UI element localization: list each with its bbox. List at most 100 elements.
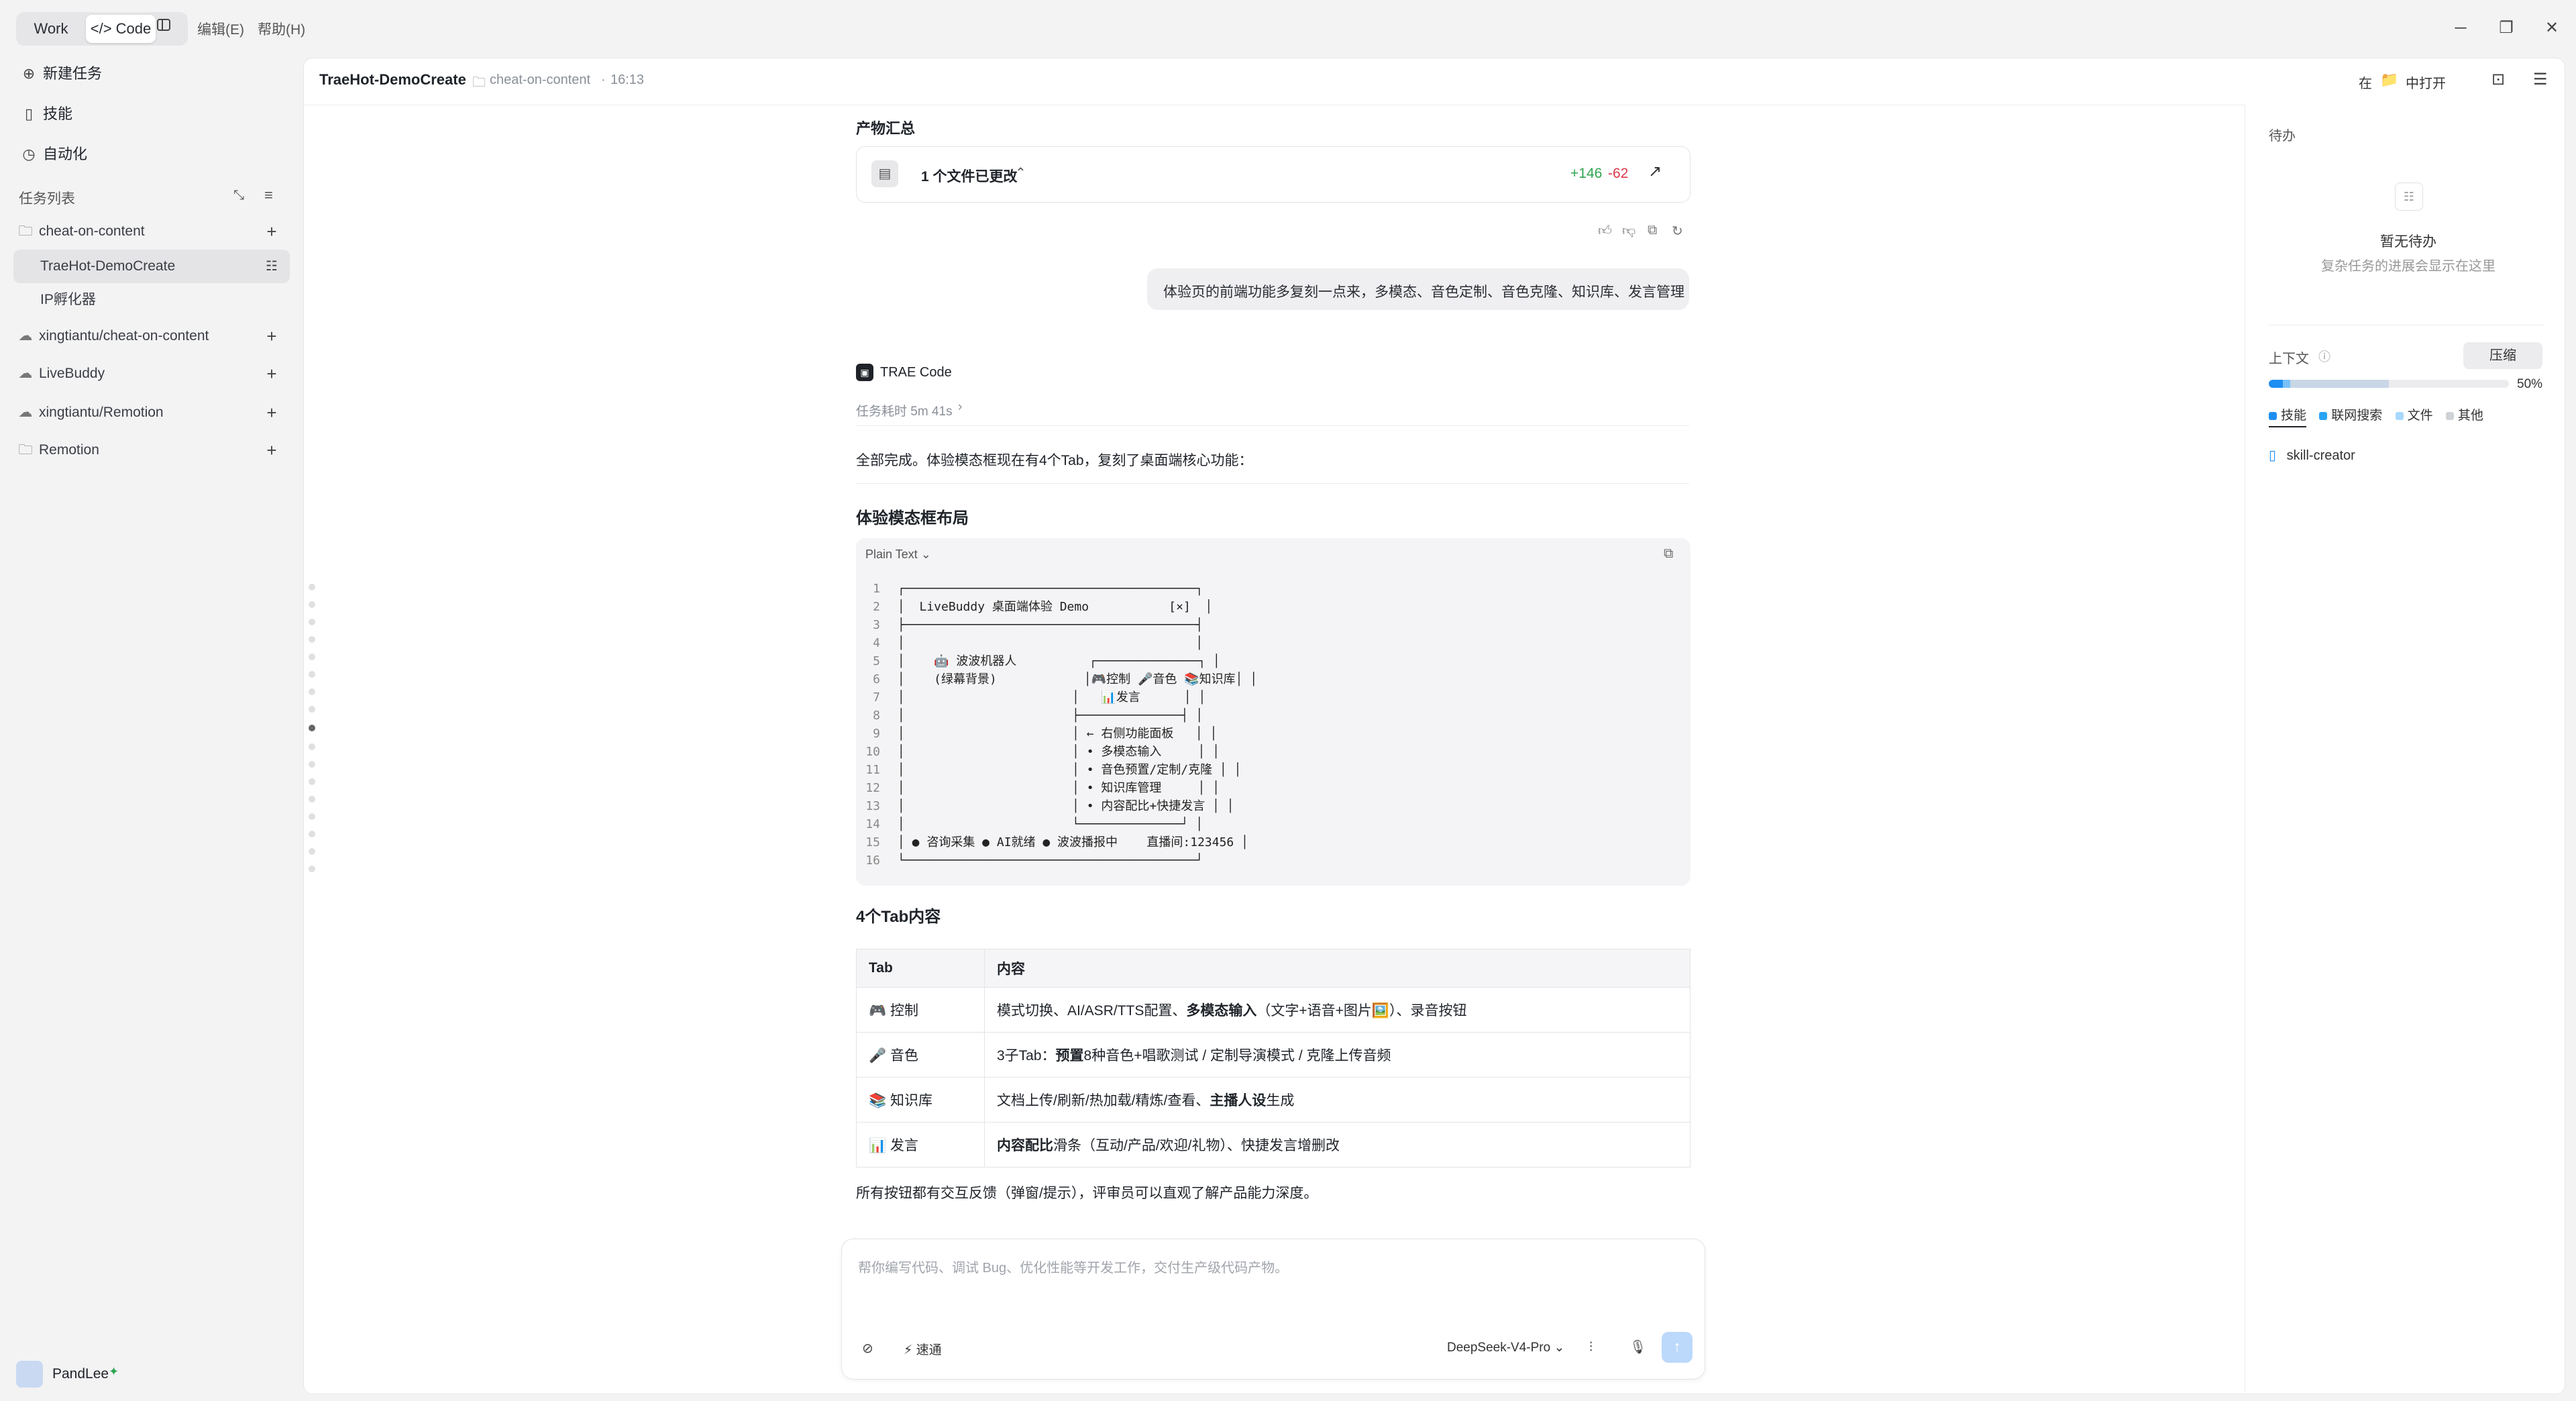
scroll-nav-dot[interactable] [309, 743, 315, 750]
task-list-icon[interactable]: ☷ [263, 258, 280, 275]
context-legend: 技能 联网搜索 文件 其他 [2269, 405, 2483, 427]
attach-icon[interactable]: ⊘ [862, 1340, 873, 1357]
add-task-icon[interactable]: + [263, 327, 280, 345]
panel-toggle-icon[interactable]: ☰ [2533, 70, 2548, 89]
folder-icon[interactable]: 📁 [2380, 71, 2398, 89]
skill-item[interactable]: ▯ skill-creator [2269, 447, 2355, 464]
scroll-nav-dot[interactable] [309, 671, 315, 678]
context-progress-fill [2269, 380, 2389, 388]
table-row: 🎤 音色 3子Tab：预置8种音色+唱歌测试 / 定制导演模式 / 克隆上传音频 [856, 1032, 1690, 1078]
pro-badge-icon: ✦ [109, 1365, 119, 1378]
mode-code-button[interactable]: </> Code [86, 15, 156, 43]
todo-hint: 复杂任务的进展会显示在这里 [2321, 259, 2496, 274]
automation-button[interactable]: ◷ 自动化 [16, 137, 290, 172]
legend-files[interactable]: 文件 [2395, 409, 2433, 423]
restore-icon[interactable]: ❐ [2493, 15, 2520, 42]
skills-button[interactable]: ▯ 技能 [16, 97, 290, 132]
code-lang-select[interactable]: Plain Text ⌄ [865, 548, 931, 562]
table-cell-content: 文档上传/刷新/热加载/精炼/查看、主播人设生成 [984, 1077, 1690, 1123]
open-in-button[interactable]: 中打开 [2406, 72, 2446, 92]
scroll-nav-dot[interactable] [309, 706, 315, 713]
sidebar-toggle-icon[interactable] [150, 15, 177, 42]
gamepad-icon: 🎮 [869, 1003, 887, 1019]
microphone-icon[interactable]: 🎙︎ [1629, 1339, 1646, 1355]
user-message-text: 体验页的前端功能多复刻一点来，多模态、音色定制、音色克隆、知识库、发言管理 [1163, 284, 1684, 300]
scroll-nav-dot[interactable] [309, 831, 315, 837]
mode-button[interactable]: ⚡︎ 速通 [904, 1340, 942, 1358]
scroll-nav-dot[interactable] [309, 866, 315, 872]
legend-web-search[interactable]: 联网搜索 [2319, 409, 2382, 423]
task-item-selected[interactable]: TraeHot-DemoCreate ☷ [13, 250, 290, 283]
scroll-nav-dot[interactable] [309, 654, 315, 660]
todo-empty: 暂无待办 [2380, 234, 2436, 250]
task-item[interactable]: 🗀 cheat-on-content + [13, 215, 290, 248]
collapse-icon[interactable]: ⤡ [233, 188, 244, 203]
compress-button[interactable]: 压缩 [2463, 342, 2542, 369]
add-task-icon[interactable]: + [263, 223, 280, 240]
tabs-table: Tab 内容 🎮 控制 模式切换、AI/ASR/TTS配置、多模态输入（文字+语… [856, 949, 1690, 1168]
minimize-icon[interactable]: ─ [2447, 15, 2474, 42]
legend-skills[interactable]: 技能 [2269, 405, 2307, 427]
scroll-nav-dot[interactable] [309, 636, 315, 643]
header-time: 16:13 [610, 72, 645, 87]
task-item[interactable]: ☁ xingtiantu/Remotion + [13, 396, 290, 429]
skills-label: 技能 [43, 105, 73, 122]
legend-other[interactable]: 其他 [2445, 409, 2483, 423]
cloud-icon: ☁ [18, 328, 33, 344]
table-cell-tab: 🎮 控制 [856, 987, 985, 1033]
scroll-nav-dot[interactable] [309, 848, 315, 855]
expand-icon[interactable]: ⌃ [1015, 164, 1026, 181]
open-in-prefix: 在 [2359, 76, 2372, 91]
task-item[interactable]: ☁ xingtiantu/cheat-on-content + [13, 319, 290, 353]
task-item[interactable]: ☁ LiveBuddy + [13, 357, 290, 391]
new-task-button[interactable]: ⊕ 新建任务 [16, 56, 290, 91]
avatar[interactable] [16, 1361, 43, 1388]
table-cell-content: 内容配比滑条（互动/产品/欢迎/礼物）、快捷发言增删改 [984, 1122, 1690, 1168]
thumbs-up-icon[interactable]: 👍︎ [1598, 223, 1612, 239]
scroll-nav-dot[interactable] [309, 619, 315, 625]
tab-name: 音色 [890, 1048, 918, 1063]
table-row: 🎮 控制 模式切换、AI/ASR/TTS配置、多模态输入（文字+语音+图片🖼️）… [856, 987, 1690, 1033]
message-input[interactable]: 帮你编写代码、调试 Bug、优化性能等开发工作，交付生产级代码产物。 [858, 1257, 1663, 1276]
scroll-nav-dot[interactable] [309, 778, 315, 785]
add-task-icon[interactable]: + [263, 442, 280, 459]
scroll-nav-dot-active[interactable] [309, 725, 315, 731]
scroll-nav-dot[interactable] [309, 761, 315, 768]
header-separator: · [601, 72, 606, 87]
add-task-icon[interactable]: + [263, 404, 280, 421]
send-button[interactable]: ↑ [1662, 1332, 1693, 1363]
table-header: 内容 [984, 949, 1690, 988]
divider [856, 483, 1689, 484]
files-changed-card[interactable]: ▤ 1 个文件已更改 ⌃ +146 -62 ↗ [856, 146, 1690, 203]
scroll-nav-dot[interactable] [309, 796, 315, 802]
task-label: xingtiantu/cheat-on-content [39, 328, 209, 344]
copy-code-icon[interactable]: ⧉ [1664, 546, 1673, 562]
mode-work-button[interactable]: Work [19, 15, 83, 43]
thumbs-down-icon[interactable]: 👎︎ [1622, 223, 1635, 239]
menu-edit[interactable]: 编辑(E) [197, 19, 244, 39]
filter-icon[interactable]: ≡ [264, 187, 273, 204]
code-content: ┌───────────────────────────────────────… [898, 582, 1258, 868]
cloud-icon: ☁ [18, 366, 33, 381]
close-icon[interactable]: ✕ [2538, 15, 2565, 42]
composer: 帮你编写代码、调试 Bug、优化性能等开发工作，交付生产级代码产物。 ⊘ ⚡︎ … [841, 1239, 1705, 1380]
add-task-icon[interactable]: + [263, 365, 280, 382]
preview-icon[interactable]: ⊡ [2491, 70, 2505, 89]
open-external-icon[interactable]: ↗ [1648, 162, 1662, 181]
copy-icon[interactable]: ⧉ [1648, 223, 1657, 238]
book-icon: ▯ [24, 105, 34, 122]
waveform-icon[interactable]: ⫶ [1589, 1340, 1593, 1355]
scroll-nav-dot[interactable] [309, 601, 315, 608]
menu-help[interactable]: 帮助(H) [258, 19, 305, 39]
scroll-nav-dot[interactable] [309, 584, 315, 590]
task-duration[interactable]: 任务耗时 5m 41s [856, 401, 953, 419]
info-icon[interactable]: ⓘ [2318, 348, 2330, 365]
task-item[interactable]: 🗀 Remotion + [13, 433, 290, 467]
scroll-nav-dot[interactable] [309, 813, 315, 820]
model-select[interactable]: DeepSeek-V4-Pro ⌄ [1447, 1340, 1564, 1355]
scroll-nav-dot[interactable] [309, 688, 315, 695]
todo-list-icon: ☷ [2395, 183, 2423, 211]
retry-icon[interactable]: ↻ [1672, 223, 1683, 240]
task-item[interactable]: IP孵化器 [13, 283, 290, 317]
chevron-right-icon[interactable]: › [958, 400, 962, 415]
